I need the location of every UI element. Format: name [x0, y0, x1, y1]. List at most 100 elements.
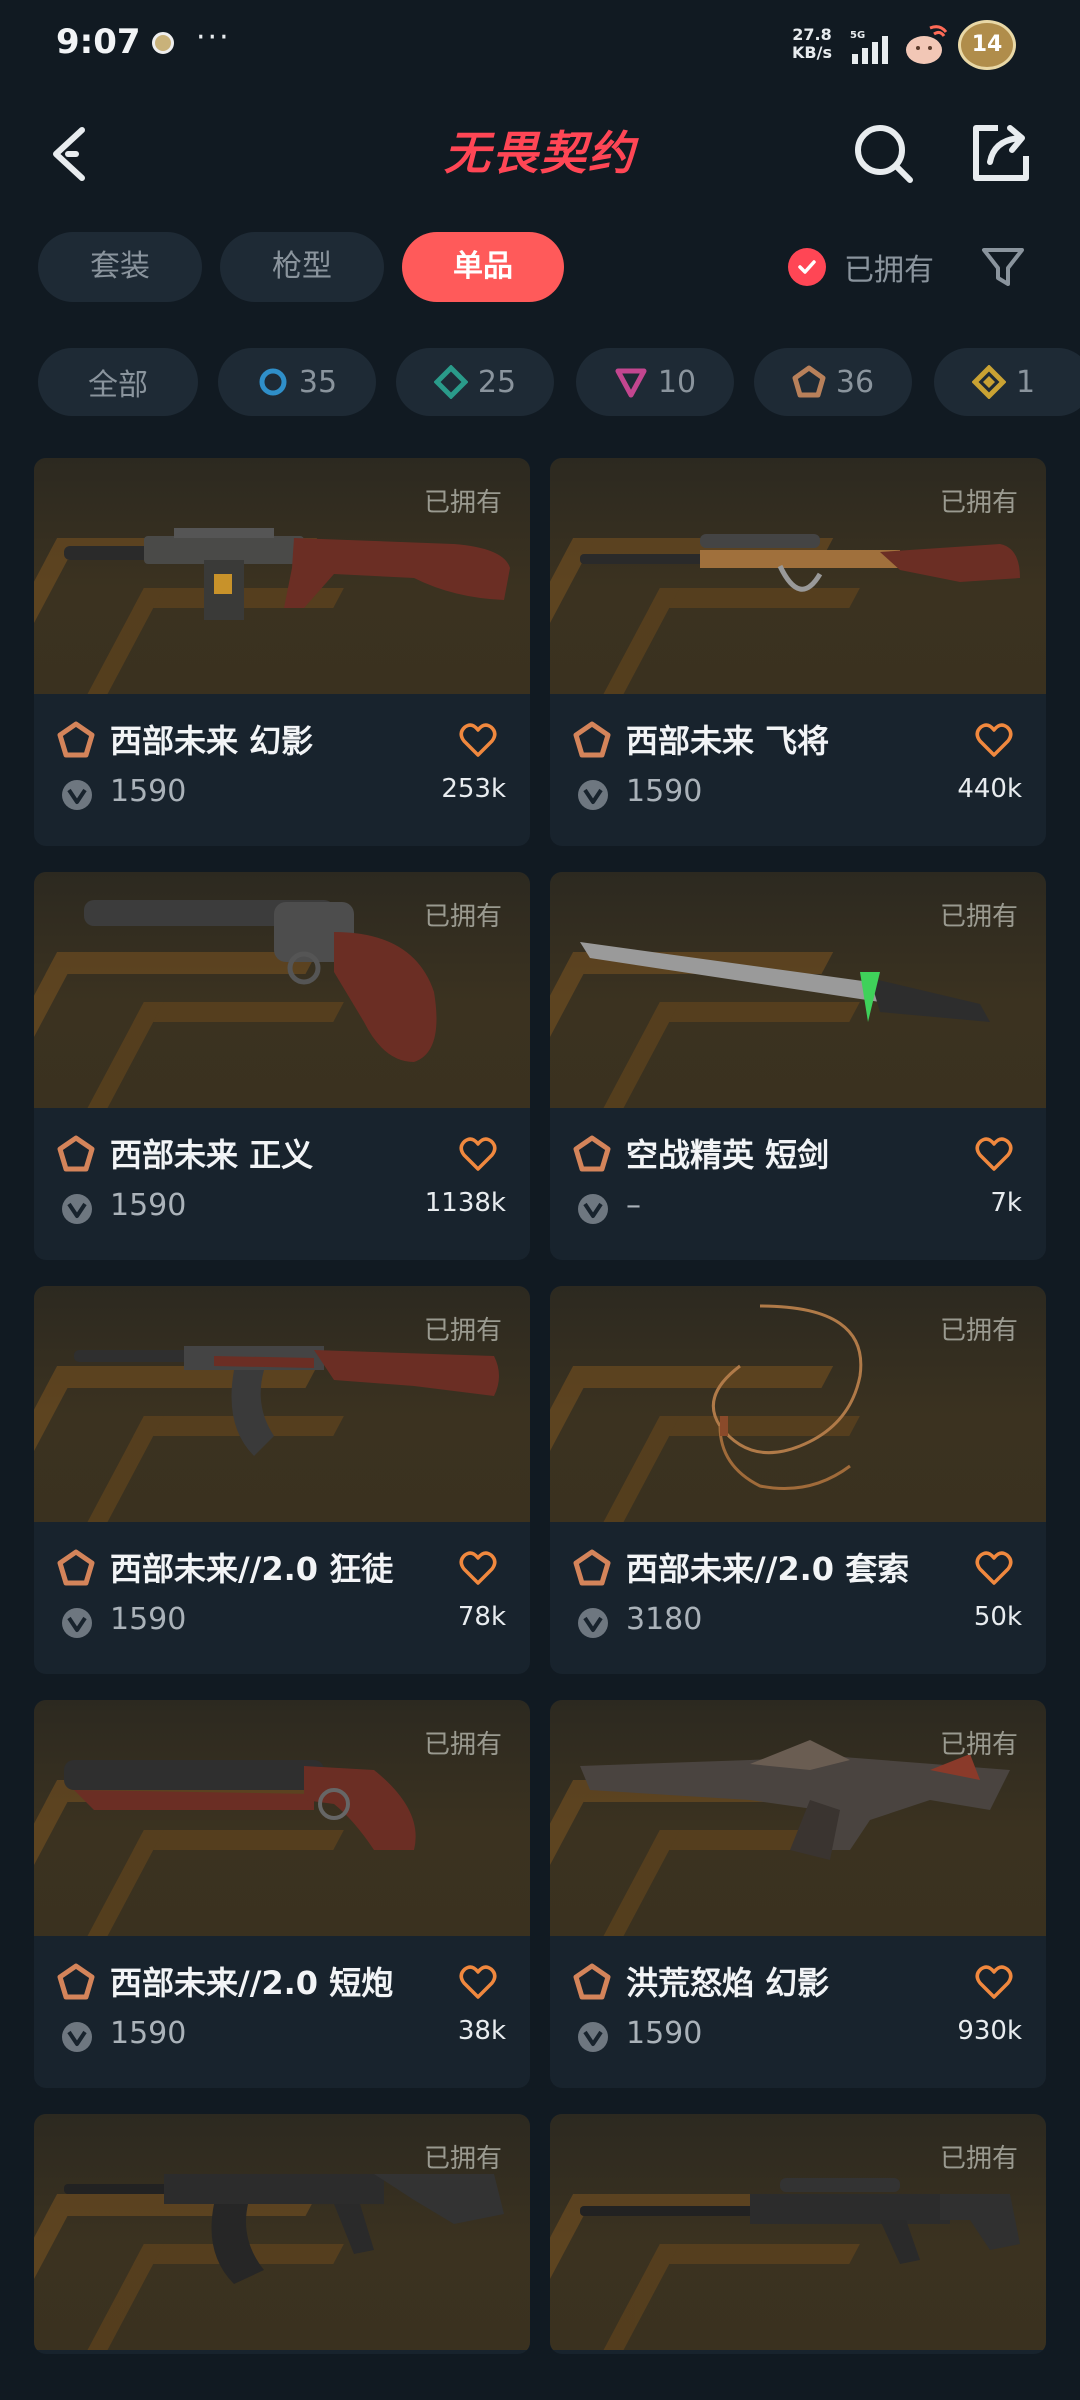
chip-deluxe-tier[interactable]: 25: [396, 348, 554, 416]
skin-name: 西部未来//2.0 套索: [626, 1550, 910, 1588]
clock: 9:07: [56, 22, 141, 62]
owned-label: 已拥有: [939, 902, 1018, 932]
heart-icon[interactable]: [458, 720, 498, 760]
like-count: 78k: [457, 1602, 506, 1632]
skin-price: 1590: [110, 774, 187, 809]
chip-all[interactable]: 全部: [38, 348, 198, 416]
search-icon[interactable]: [848, 118, 918, 188]
tab-bundles[interactable]: 套装: [38, 232, 202, 302]
diamond-tier-icon: [433, 365, 468, 399]
pentagon-tier-icon: [792, 365, 826, 398]
exclusive-tier-icon: [573, 1963, 611, 2000]
skin-card[interactable]: 已拥有 西部未来 飞将 1590 440k: [550, 458, 1046, 846]
skin-name: 西部未来//2.0 狂徒: [110, 1550, 394, 1588]
app-header: 无畏契约: [0, 92, 1080, 218]
exclusive-tier-icon: [57, 1963, 95, 2000]
vp-currency-icon: [578, 780, 608, 810]
skin-price: 1590: [110, 2016, 187, 2051]
skin-card[interactable]: 已拥有 洪荒怒焰 幻影 1590 930k: [550, 1700, 1046, 2088]
triangle-tier-icon: [615, 368, 647, 398]
skin-name: 空战精英 短剑: [626, 1136, 830, 1174]
rhombus-tier-icon: [972, 365, 1006, 399]
app-logo: 无畏契约: [444, 126, 636, 180]
chip-premium-tier[interactable]: 10: [576, 348, 734, 416]
heart-icon[interactable]: [458, 1548, 498, 1588]
heart-icon[interactable]: [974, 1962, 1014, 2002]
skin-card[interactable]: 已拥有 西部未来//2.0 套索 3180 50k: [550, 1286, 1046, 1674]
status-bar: 9:07 ··· 27.8 KB/s 5G 14: [0, 0, 1080, 92]
skin-name: 西部未来//2.0 短炮: [110, 1964, 394, 2002]
owned-label: 已拥有: [939, 1730, 1018, 1760]
vp-currency-icon: [578, 1608, 608, 1638]
battery-icon: 14: [958, 20, 1016, 70]
skin-card[interactable]: 已拥有 西部未来 幻影 1590 253k: [34, 458, 530, 846]
vp-currency-icon: [62, 1608, 92, 1638]
skin-price: 1590: [110, 1188, 187, 1223]
circle-tier-icon: [259, 368, 287, 396]
heart-icon[interactable]: [974, 720, 1014, 760]
vp-currency-icon: [578, 2022, 608, 2052]
network-speed: 27.8 KB/s: [792, 25, 832, 62]
owned-label: 已拥有: [423, 1316, 502, 1346]
owned-label: 已拥有: [423, 2144, 502, 2174]
exclusive-tier-icon: [573, 1549, 611, 1586]
owned-label: 已拥有: [423, 1730, 502, 1760]
skin-card[interactable]: 已拥有 空战精英 短剑 – 7k: [550, 872, 1046, 1260]
like-count: 38k: [457, 2016, 506, 2046]
like-count: 7k: [990, 1188, 1022, 1218]
exclusive-tier-icon: [573, 721, 611, 758]
category-tabs: 套装 枪型 单品 已拥有: [38, 232, 1058, 304]
skin-card[interactable]: 已拥有: [34, 2114, 530, 2354]
tab-weapon-types[interactable]: 枪型: [220, 232, 384, 302]
skin-price: 1590: [626, 2016, 703, 2051]
chip-exclusive-tier[interactable]: 36: [754, 348, 912, 416]
filter-icon[interactable]: [978, 242, 1028, 292]
skin-price: –: [626, 1188, 641, 1223]
vp-currency-icon: [62, 780, 92, 810]
exclusive-tier-icon: [57, 1549, 95, 1586]
heart-icon[interactable]: [458, 1962, 498, 2002]
owned-label: 已拥有: [939, 1316, 1018, 1346]
chip-ultra-tier[interactable]: 1: [934, 348, 1080, 416]
checkmark-icon: [788, 248, 826, 286]
skin-card[interactable]: 已拥有 西部未来 正义 1590 1138k: [34, 872, 530, 1260]
owned-label: 已拥有: [939, 488, 1018, 518]
skin-card[interactable]: 已拥有 西部未来//2.0 短炮 1590 38k: [34, 1700, 530, 2088]
back-arrow-icon[interactable]: [36, 118, 108, 190]
owned-filter-toggle[interactable]: 已拥有: [788, 232, 934, 302]
vp-currency-icon: [62, 1194, 92, 1224]
skin-price: 1590: [110, 1602, 187, 1637]
wifi-icon: [906, 25, 948, 64]
heart-icon[interactable]: [458, 1134, 498, 1174]
skin-name: 洪荒怒焰 幻影: [626, 1964, 830, 2002]
like-count: 440k: [957, 774, 1022, 804]
owned-filter-label: 已拥有: [844, 253, 934, 288]
exclusive-tier-icon: [57, 1135, 95, 1172]
heart-icon[interactable]: [974, 1134, 1014, 1174]
tab-single-items[interactable]: 单品: [402, 232, 564, 302]
skin-price: 3180: [626, 1602, 703, 1637]
more-notifications-icon: ···: [196, 20, 231, 55]
skin-card[interactable]: 已拥有 西部未来//2.0 狂徒 1590 78k: [34, 1286, 530, 1674]
notification-icon: [152, 32, 174, 54]
share-icon[interactable]: [966, 118, 1036, 188]
exclusive-tier-icon: [573, 1135, 611, 1172]
exclusive-tier-icon: [57, 721, 95, 758]
svg-text:5G: 5G: [850, 30, 865, 41]
skin-name: 西部未来 幻影: [110, 722, 314, 760]
skin-name: 西部未来 飞将: [626, 722, 830, 760]
skin-card[interactable]: 已拥有: [550, 2114, 1046, 2354]
heart-icon[interactable]: [974, 1548, 1014, 1588]
owned-label: 已拥有: [423, 488, 502, 518]
like-count: 930k: [957, 2016, 1022, 2046]
skin-name: 西部未来 正义: [110, 1136, 314, 1174]
like-count: 50k: [973, 1602, 1022, 1632]
signal-icon: 5G: [850, 30, 888, 64]
vp-currency-icon: [578, 1194, 608, 1224]
like-count: 1138k: [424, 1188, 506, 1218]
skin-price: 1590: [626, 774, 703, 809]
rarity-filter-chips: 全部 35 25 10 36 1: [38, 348, 1080, 418]
owned-label: 已拥有: [939, 2144, 1018, 2174]
owned-label: 已拥有: [423, 902, 502, 932]
chip-select-tier[interactable]: 35: [218, 348, 376, 416]
